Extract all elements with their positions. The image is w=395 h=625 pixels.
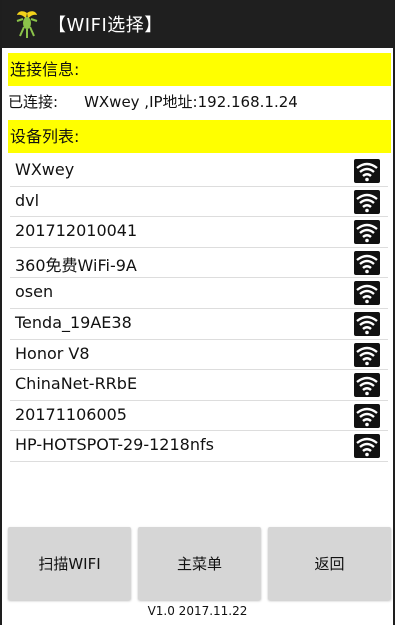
network-name: HP-HOTSPOT-29-1218nfs — [15, 435, 214, 455]
back-button[interactable]: 返回 — [268, 527, 391, 600]
wifi-signal-icon[interactable] — [354, 434, 380, 459]
wifi-signal-icon[interactable] — [354, 403, 380, 428]
connection-section-header: 连接信息: — [8, 53, 391, 86]
network-name: Honor V8 — [15, 343, 90, 363]
network-name: Tenda_19AE38 — [15, 312, 132, 332]
network-name: ChinaNet-RRbE — [15, 374, 138, 394]
network-name: dvl — [15, 190, 40, 210]
wifi-signal-icon[interactable] — [354, 159, 380, 183]
list-item[interactable]: 360免费WiFi-9A — [10, 248, 388, 279]
app-window: 【WIFI选择】 连接信息: 已连接: WXwey ,IP地址:192.168.1… — [2, 0, 393, 625]
list-item[interactable]: 20171106005 — [10, 401, 388, 432]
list-item[interactable]: ChinaNet-RRbE — [10, 370, 388, 401]
wifi-signal-icon[interactable] — [354, 342, 380, 367]
wifi-signal-icon[interactable] — [354, 281, 380, 306]
list-item[interactable]: osen — [10, 278, 388, 309]
list-item[interactable]: Honor V8 — [10, 340, 388, 371]
list-item[interactable]: WXwey — [10, 156, 388, 187]
app-logo-icon — [16, 11, 38, 38]
connection-status-label: 已连接: — [8, 93, 59, 111]
network-name: 201712010041 — [15, 221, 138, 241]
network-name: WXwey — [15, 160, 75, 179]
device-list: WXwey dvl 201712010041 360免费WiFi-9A osen Ten… — [10, 156, 388, 462]
wifi-signal-icon[interactable] — [354, 373, 380, 398]
wifi-signal-icon[interactable] — [354, 311, 380, 336]
wifi-signal-icon[interactable] — [354, 189, 380, 214]
version-label: V1.0 2017.11.22 — [147, 604, 248, 618]
list-item[interactable]: HP-HOTSPOT-29-1218nfs — [10, 431, 388, 462]
network-name: 360免费WiFi-9A — [15, 255, 137, 275]
wifi-signal-icon[interactable] — [354, 220, 380, 245]
scan-wifi-button[interactable]: 扫描WIFI — [8, 527, 131, 600]
devices-section-header: 设备列表: — [8, 120, 391, 153]
app-title: 【WIFI选择】 — [48, 15, 163, 36]
connection-status-value: WXwey ,IP地址:192.168.1.24 — [84, 93, 298, 111]
network-name: 20171106005 — [15, 404, 127, 424]
main-menu-button[interactable]: 主菜单 — [138, 527, 261, 600]
wifi-signal-icon[interactable] — [354, 250, 380, 275]
list-item[interactable]: dvl — [10, 187, 388, 218]
network-name: osen — [15, 282, 54, 302]
list-item[interactable]: Tenda_19AE38 — [10, 309, 388, 340]
list-item[interactable]: 201712010041 — [10, 217, 388, 248]
title-bar: 【WIFI选择】 — [2, 0, 393, 48]
connection-status: 已连接: WXwey ,IP地址:192.168.1.24 — [8, 87, 391, 117]
